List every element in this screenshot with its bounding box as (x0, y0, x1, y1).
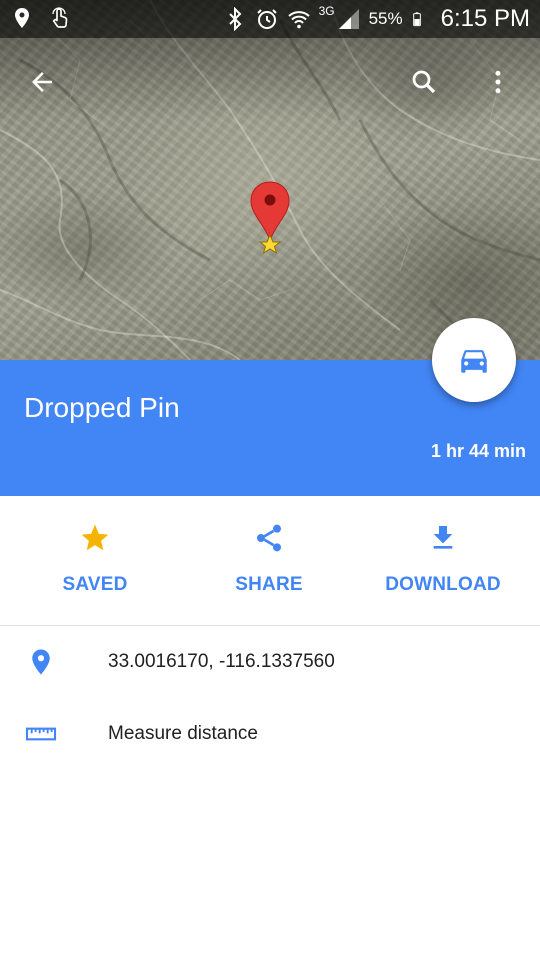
map-toolbar (0, 56, 540, 108)
action-bar: SAVED SHARE DOWNLOAD (0, 496, 540, 626)
download-button[interactable]: DOWNLOAD (373, 496, 513, 626)
touch-icon (52, 7, 68, 28)
search-button[interactable] (398, 56, 450, 108)
share-button[interactable]: SHARE (209, 496, 329, 626)
location-icon (15, 8, 29, 28)
signal-icon (338, 9, 359, 29)
measure-distance-row[interactable]: Measure distance (0, 702, 540, 766)
back-arrow-icon (32, 72, 52, 92)
battery-percent: 55% (368, 9, 403, 28)
network-type-label: 3G (318, 4, 335, 18)
saved-button[interactable]: SAVED (35, 496, 155, 626)
place-title: Dropped Pin (24, 392, 180, 423)
download-icon (433, 526, 453, 549)
more-options-button[interactable] (472, 56, 524, 108)
download-label: DOWNLOAD (385, 574, 501, 595)
directions-button[interactable] (432, 318, 516, 402)
location-pin-icon (32, 649, 50, 675)
measure-distance-label: Measure distance (108, 723, 258, 744)
saved-label: SAVED (62, 574, 128, 595)
clock: 6:15 PM (440, 5, 530, 32)
back-button[interactable] (16, 56, 68, 108)
car-icon (461, 350, 487, 373)
wifi-icon (287, 11, 310, 29)
more-vert-icon (495, 70, 501, 94)
travel-time: 1 hr 44 min (430, 441, 526, 461)
battery-icon (412, 12, 421, 27)
search-icon (412, 70, 436, 94)
coordinates-text: 33.0016170, -116.1337560 (108, 651, 335, 672)
share-label: SHARE (235, 574, 303, 595)
ruler-icon (25, 727, 57, 741)
share-icon (257, 524, 281, 552)
star-icon (81, 524, 109, 551)
alarm-icon (256, 9, 277, 29)
status-bar: 3G 55% 6:15 PM (0, 0, 540, 38)
dropped-pin-marker[interactable] (248, 180, 292, 260)
coordinates-row[interactable]: 33.0016170, -116.1337560 (0, 630, 540, 694)
bluetooth-icon (228, 7, 241, 31)
